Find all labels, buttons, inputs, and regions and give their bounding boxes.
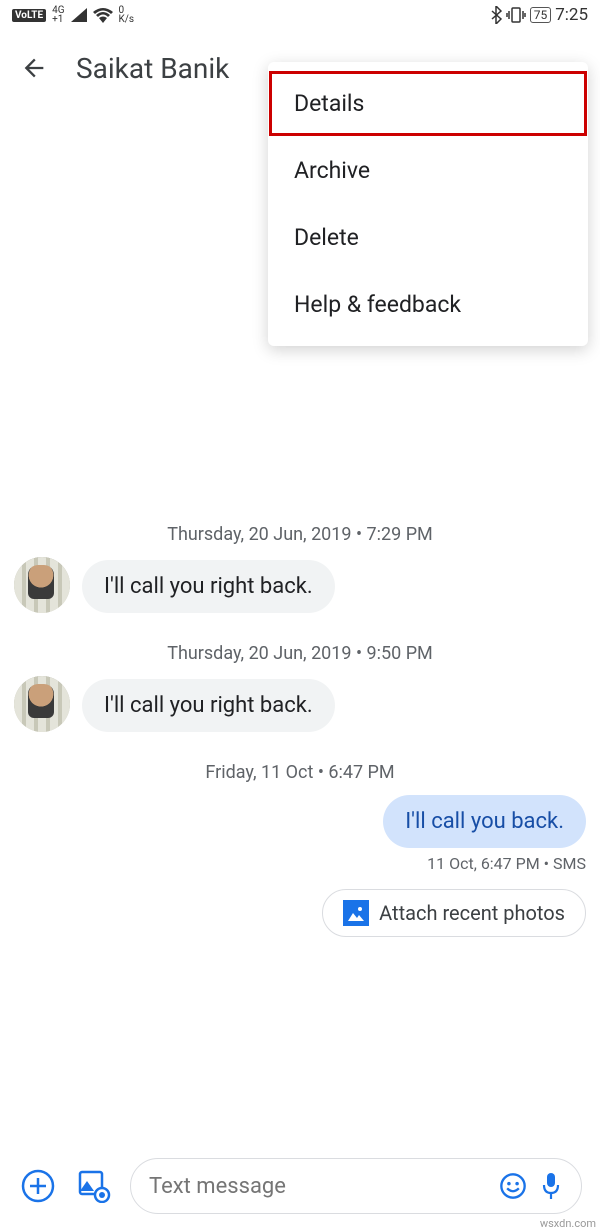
outgoing-bubble[interactable]: I'll call you back. [383,795,586,848]
contact-name: Saikat Banik [76,52,229,85]
menu-item-delete[interactable]: Delete [268,204,588,271]
menu-item-help-feedback[interactable]: Help & feedback [268,271,588,338]
image-icon [343,900,369,926]
date-separator: Thursday, 20 Jun, 2019 • 9:50 PM [14,643,586,664]
compose-field[interactable] [130,1158,582,1214]
menu-item-details[interactable]: Details [268,70,588,137]
chip-label: Attach recent photos [379,901,565,925]
status-bar: VoLTE 4G+1 0K/s 75 7:25 [0,0,600,30]
emoji-icon[interactable] [499,1172,527,1200]
compose-bar [0,1158,600,1214]
add-button[interactable] [18,1166,58,1206]
message-list[interactable]: Thursday, 20 Jun, 2019 • 7:29 PM I'll ca… [0,510,600,1132]
watermark: wsxdn.com [540,1217,596,1230]
incoming-bubble[interactable]: I'll call you right back. [82,679,335,732]
mic-icon[interactable] [539,1171,563,1201]
message-row: I'll call you right back. [14,557,586,613]
volte-icon: VoLTE [12,9,46,22]
menu-item-archive[interactable]: Archive [268,137,588,204]
outgoing-group: I'll call you back. 11 Oct, 6:47 PM • SM… [14,795,586,937]
vibrate-icon [506,6,526,24]
battery-icon: 75 [530,7,552,23]
network-type: 4G+1 [52,6,64,24]
clock: 7:25 [555,5,588,25]
message-input[interactable] [149,1174,487,1199]
incoming-bubble[interactable]: I'll call you right back. [82,560,335,613]
message-row: I'll call you right back. [14,676,586,732]
status-left: VoLTE 4G+1 0K/s [12,6,134,24]
gallery-button[interactable] [74,1166,114,1206]
message-meta: 11 Oct, 6:47 PM • SMS [427,854,586,873]
avatar[interactable] [14,676,70,732]
network-speed: 0K/s [119,6,135,24]
avatar[interactable] [14,557,70,613]
status-right: 75 7:25 [490,5,588,25]
bluetooth-icon [490,6,502,24]
date-separator: Friday, 11 Oct • 6:47 PM [14,762,586,783]
date-separator: Thursday, 20 Jun, 2019 • 7:29 PM [14,524,586,545]
overflow-menu: Details Archive Delete Help & feedback [268,62,588,346]
signal-icon [71,8,87,22]
back-button[interactable] [16,50,52,86]
wifi-icon [93,7,113,23]
attach-photos-chip[interactable]: Attach recent photos [322,889,586,937]
